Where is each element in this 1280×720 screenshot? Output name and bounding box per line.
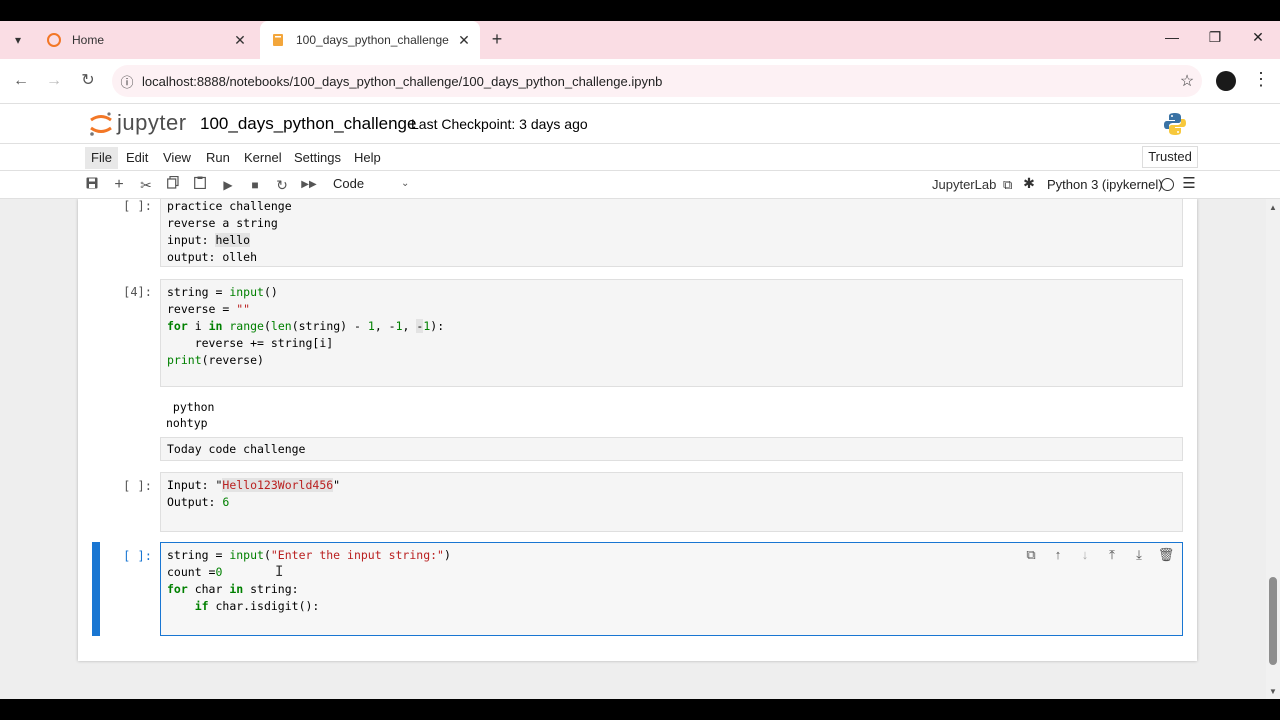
code-line: input: hello xyxy=(167,233,251,247)
cell-prompt: [ ]: xyxy=(123,479,152,493)
omnibox[interactable]: ⓘ localhost:8888/notebooks/100_days_pyth… xyxy=(112,65,1202,97)
profile-avatar[interactable] xyxy=(1216,71,1236,91)
notebook-title[interactable]: 100_days_python_challenge xyxy=(200,114,416,134)
fast-forward-icon[interactable]: ▶▶ xyxy=(299,175,319,195)
insert-above-icon[interactable]: ⤒ xyxy=(1103,546,1121,564)
notebook-favicon-icon xyxy=(270,32,286,48)
restore-icon[interactable]: ❐ xyxy=(1203,29,1227,46)
scrollbar[interactable]: ▲ ▼ xyxy=(1266,199,1280,699)
trusted-indicator[interactable]: Trusted xyxy=(1142,146,1198,168)
duplicate-cell-icon[interactable]: ⧉ xyxy=(1022,546,1040,564)
cell-input[interactable]: string = input() reverse = "" for i in r… xyxy=(160,279,1183,387)
insert-cell-icon[interactable]: + xyxy=(109,175,129,195)
open-jupyterlab-link[interactable]: JupyterLab ⧉ xyxy=(932,177,1012,193)
jupyter-logo-icon[interactable] xyxy=(88,110,114,138)
move-down-icon[interactable]: ↓ xyxy=(1076,546,1094,564)
python-logo-icon xyxy=(1163,112,1187,136)
browser-menu-icon[interactable]: ⋮ xyxy=(1252,69,1270,90)
stop-icon[interactable]: ■ xyxy=(245,175,265,195)
restart-kernel-icon[interactable]: ↻ xyxy=(272,175,292,195)
insert-below-icon[interactable]: ⤓ xyxy=(1130,546,1148,564)
tab-title: 100_days_python_challenge xyxy=(296,33,449,47)
scroll-thumb[interactable] xyxy=(1269,577,1277,665)
jupyterlab-label: JupyterLab xyxy=(932,177,997,192)
address-bar-row: ← → ↻ ⓘ localhost:8888/notebooks/100_day… xyxy=(0,59,1280,103)
minimize-icon[interactable]: — xyxy=(1160,29,1184,45)
cell-type-value: Code xyxy=(333,176,365,191)
code-line: for i in range(len(string) - 1, -1, -1): xyxy=(167,319,445,333)
copy-icon[interactable] xyxy=(163,175,183,195)
code-line: Today code challenge xyxy=(167,442,306,456)
code-line: Output: 6 xyxy=(167,495,230,509)
move-up-icon[interactable]: ↑ xyxy=(1049,546,1067,564)
code-line: string = input() xyxy=(167,285,278,299)
paste-icon[interactable] xyxy=(190,175,210,195)
tab-notebook[interactable]: 100_days_python_challenge ✕ xyxy=(260,21,480,59)
cut-icon[interactable]: ✂ xyxy=(136,175,156,195)
delete-cell-icon[interactable]: 🗑 xyxy=(1157,546,1175,564)
output-line: python xyxy=(166,400,215,414)
menu-kernel[interactable]: Kernel xyxy=(238,147,288,169)
bookmark-star-icon[interactable]: ☆ xyxy=(1172,71,1202,91)
scroll-down-icon[interactable]: ▼ xyxy=(1269,687,1277,696)
external-link-icon: ⧉ xyxy=(1002,177,1013,192)
cell-input[interactable]: Today code challenge xyxy=(160,437,1183,461)
code-line: for char in string: xyxy=(167,582,299,596)
save-icon[interactable] xyxy=(82,175,102,195)
kernel-status-icon xyxy=(1161,178,1174,191)
code-line: if char.isdigit(): xyxy=(194,599,320,613)
code-line: print(reverse) xyxy=(167,353,264,367)
notebook-sheet: [ ]: practice challenge reverse a string… xyxy=(78,199,1197,661)
code-line: output: olleh xyxy=(167,250,258,264)
code-line: Input: "Hello123World456" xyxy=(167,478,341,492)
window-close-icon[interactable]: ✕ xyxy=(1246,29,1270,46)
cell-input[interactable]: Input: "Hello123World456" Output: 6 xyxy=(160,472,1183,532)
menu-view[interactable]: View xyxy=(157,147,197,169)
menu-file[interactable]: File xyxy=(85,147,118,169)
cell-input[interactable]: practice challenge reverse a string inpu… xyxy=(160,199,1183,267)
menu-edit[interactable]: Edit xyxy=(120,147,154,169)
cell-output: python nohtyp xyxy=(160,395,1183,435)
code-line: practice challenge xyxy=(167,199,292,213)
new-tab-icon[interactable]: + xyxy=(486,29,508,50)
site-info-icon[interactable]: ⓘ xyxy=(112,72,142,91)
code-line: string = input("Enter the input string:"… xyxy=(167,548,451,562)
tab-title: Home xyxy=(72,33,105,47)
last-checkpoint: Last Checkpoint: 3 days ago xyxy=(411,116,588,132)
run-icon[interactable]: ▶ xyxy=(218,175,238,195)
kernel-name[interactable]: Python 3 (ipykernel) xyxy=(1047,177,1163,192)
code-line: reverse a string xyxy=(167,216,278,230)
back-icon[interactable]: ← xyxy=(10,71,32,93)
menu-icon[interactable]: ☰ xyxy=(1182,174,1196,192)
tab-strip: ▾ Home ✕ 100_days_python_challenge ✕ + —… xyxy=(0,21,1280,59)
url-text[interactable]: localhost:8888/notebooks/100_days_python… xyxy=(142,74,1172,89)
forward-icon[interactable]: → xyxy=(43,71,65,93)
notebook-area: [ ]: practice challenge reverse a string… xyxy=(0,199,1280,699)
gear-icon[interactable]: ✱ xyxy=(1021,175,1037,192)
cell-prompt: [ ]: xyxy=(123,549,152,563)
jupyter-wordmark: jupyter xyxy=(117,110,187,135)
menu-settings[interactable]: Settings xyxy=(288,147,347,169)
code-line: count =0 xyxy=(167,565,223,579)
close-icon[interactable]: ✕ xyxy=(230,32,250,49)
cell-prompt: [ ]: xyxy=(123,199,152,213)
tab-home[interactable]: Home ✕ xyxy=(36,21,256,59)
close-icon[interactable]: ✕ xyxy=(454,32,474,49)
reload-icon[interactable]: ↻ xyxy=(77,71,99,93)
jupyter-favicon-icon xyxy=(46,32,62,48)
chevron-down-icon: ⌄ xyxy=(401,178,410,189)
code-line: reverse += string[i] xyxy=(167,336,334,350)
code-line: reverse = "" xyxy=(167,302,251,316)
scroll-up-icon[interactable]: ▲ xyxy=(1269,203,1277,212)
menu-bar: File Edit View Run Kernel Settings Help … xyxy=(0,143,1280,171)
output-line: nohtyp xyxy=(166,416,208,430)
notebook-toolbar: + ✂ ▶ ■ ↻ ▶▶ Code ⌄ JupyterLab ⧉ ✱ Pytho… xyxy=(0,171,1280,199)
menu-run[interactable]: Run xyxy=(200,147,236,169)
text-cursor-icon: I xyxy=(275,564,284,580)
tab-search-chevron-icon[interactable]: ▾ xyxy=(8,30,28,50)
cell-prompt: [4]: xyxy=(123,285,152,299)
jupyter-header: jupyter 100_days_python_challenge Last C… xyxy=(0,103,1280,143)
menu-help[interactable]: Help xyxy=(348,147,387,169)
cell-type-select[interactable]: Code ⌄ xyxy=(333,176,413,191)
